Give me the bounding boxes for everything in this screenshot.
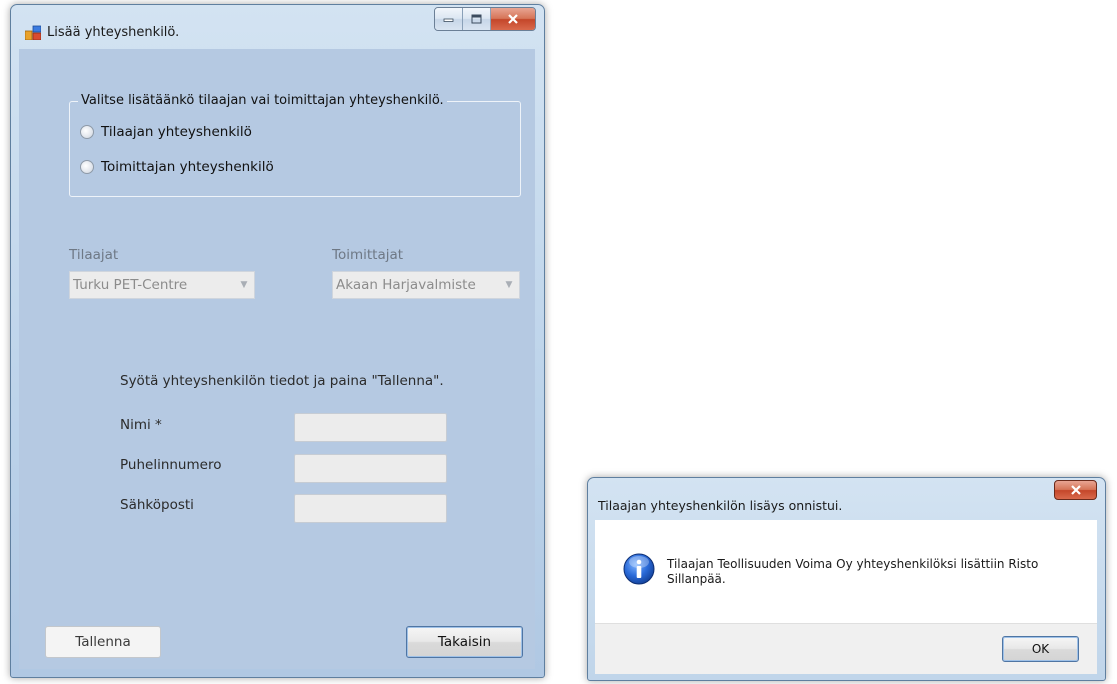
- message-box-title: Tilaajan yhteyshenkilön lisäys onnistui.: [598, 498, 843, 513]
- radio-toimittajan[interactable]: Toimittajan yhteyshenkilö: [80, 159, 274, 175]
- save-button[interactable]: Tallenna: [45, 626, 161, 658]
- email-field[interactable]: [294, 494, 447, 523]
- tilaajat-dropdown[interactable]: Turku PET-Centre ▼: [69, 271, 255, 299]
- toimittajat-value: Akaan Harjavalmiste: [336, 277, 476, 293]
- contact-type-group: Valitse lisätäänkö tilaajan vai toimitta…: [69, 93, 521, 197]
- radio-label: Tilaajan yhteyshenkilö: [101, 124, 252, 140]
- radio-circle[interactable]: [80, 125, 94, 139]
- name-field[interactable]: [294, 413, 447, 442]
- window-client-area: Valitse lisätäänkö tilaajan vai toimitta…: [19, 49, 535, 669]
- ok-button[interactable]: OK: [1002, 636, 1079, 662]
- message-footer: OK: [595, 623, 1097, 674]
- message-box: Tilaajan yhteyshenkilön lisäys onnistui.…: [587, 477, 1106, 681]
- message-body: Tilaajan Teollisuuden Voima Oy yhteyshen…: [595, 520, 1097, 674]
- phone-field[interactable]: [294, 454, 447, 483]
- window-controls: [434, 7, 536, 31]
- back-button[interactable]: Takaisin: [406, 626, 523, 658]
- chevron-down-icon[interactable]: ▼: [234, 280, 254, 290]
- toimittajat-label: Toimittajat: [332, 247, 404, 263]
- info-icon: [623, 553, 655, 585]
- message-close-button[interactable]: [1054, 480, 1097, 500]
- maximize-icon: [471, 14, 482, 24]
- add-contact-window: Lisää yhteyshenkilö. Valitse lisätäänkö …: [10, 4, 545, 678]
- toimittajat-dropdown[interactable]: Akaan Harjavalmiste ▼: [332, 271, 520, 299]
- chevron-down-icon[interactable]: ▼: [499, 280, 519, 290]
- message-text: Tilaajan Teollisuuden Voima Oy yhteyshen…: [667, 557, 1039, 586]
- name-label: Nimi *: [120, 417, 162, 433]
- app-icon: [25, 25, 41, 40]
- phone-label: Puhelinnumero: [120, 457, 222, 473]
- instructions-text: Syötä yhteyshenkilön tiedot ja paina "Ta…: [120, 373, 444, 389]
- tilaajat-label: Tilaajat: [69, 247, 119, 263]
- radio-tilaajan[interactable]: Tilaajan yhteyshenkilö: [80, 124, 252, 140]
- window-title: Lisää yhteyshenkilö.: [47, 25, 180, 40]
- close-button[interactable]: [491, 8, 535, 30]
- radio-circle[interactable]: [80, 160, 94, 174]
- tilaajat-value: Turku PET-Centre: [73, 277, 188, 293]
- title-bar: Lisää yhteyshenkilö.: [11, 5, 544, 49]
- maximize-button[interactable]: [463, 8, 491, 30]
- radio-label: Toimittajan yhteyshenkilö: [101, 159, 274, 175]
- minimize-button[interactable]: [435, 8, 463, 30]
- group-legend: Valitse lisätäänkö tilaajan vai toimitta…: [78, 93, 447, 108]
- email-label: Sähköposti: [120, 497, 194, 513]
- close-icon: [1070, 485, 1081, 495]
- minimize-icon: [443, 18, 454, 22]
- close-icon: [508, 14, 518, 24]
